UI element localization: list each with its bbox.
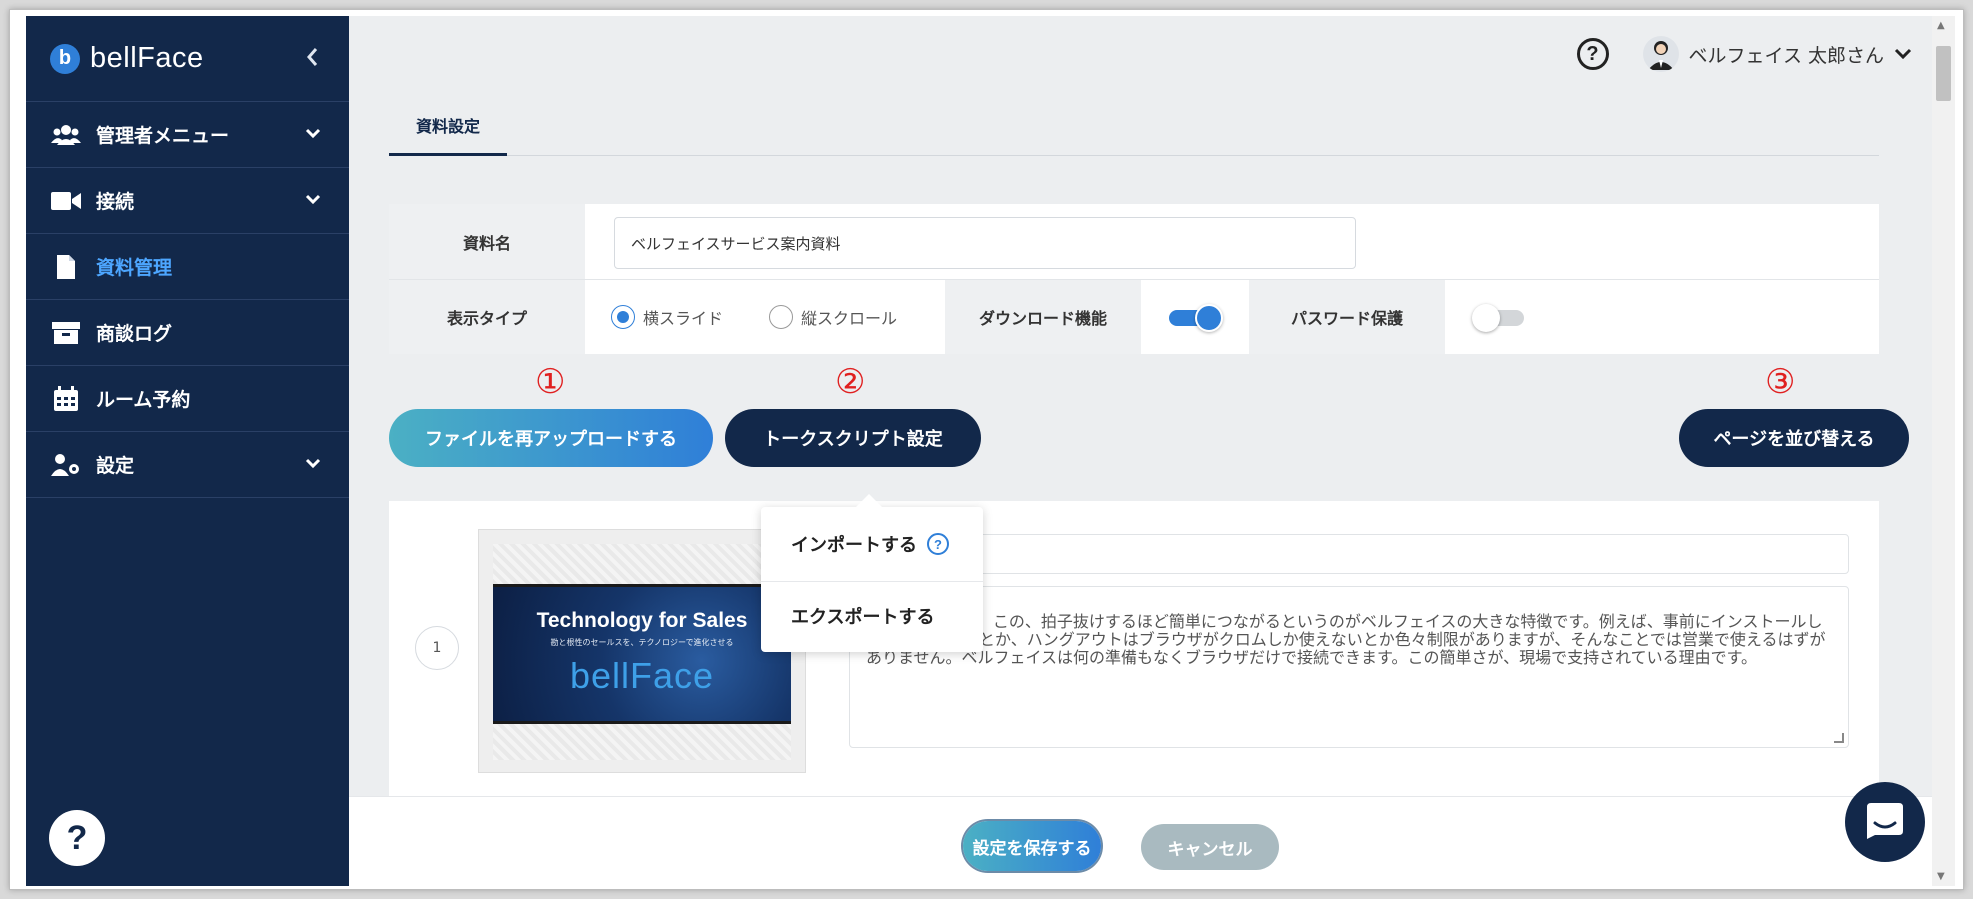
annotation-marker-2: ② <box>835 362 866 402</box>
annotation-marker-3: ③ <box>1765 362 1796 402</box>
page-title-input[interactable] <box>849 534 1849 574</box>
thumbnail-background: Technology for Sales 勘と根性のセールスを、テクノロジーで進… <box>493 544 791 760</box>
chat-icon <box>1865 801 1905 843</box>
video-icon <box>50 188 82 214</box>
bottom-action-bar: 設定を保存する キャンセル <box>349 796 1932 886</box>
logo-icon: b <box>50 43 80 74</box>
download-toggle-cell <box>1141 280 1249 354</box>
resize-grip-icon[interactable] <box>1834 733 1844 743</box>
calendar-icon <box>50 385 82 412</box>
slide-thumbnail[interactable]: Technology for Sales 勘と根性のセールスを、テクノロジーで進… <box>478 529 806 773</box>
avatar[interactable] <box>1642 36 1679 72</box>
password-toggle-cell <box>1445 280 1555 354</box>
logo-text: bellFace <box>90 42 204 74</box>
window-frame: b bellFace 管理者メニュー 接続 資料管理 商談ログ ルーム予約 設定… <box>9 9 1964 890</box>
talk-script-settings-button[interactable]: トークスクリプト設定 <box>725 409 981 467</box>
logo-row: b bellFace <box>26 16 349 102</box>
save-settings-button[interactable]: 設定を保存する <box>963 821 1101 871</box>
page-number-badge: 1 <box>415 626 459 670</box>
display-type-options: 横スライド 縦スクロール <box>585 280 945 354</box>
main-content: ? ベルフェイス 太郎さん 資料設定 資料名 ベルフェイスサービス案内資料 表示… <box>349 16 1932 886</box>
scrollbar-thumb[interactable] <box>1936 46 1951 101</box>
radio-horizontal-slide[interactable]: 横スライド <box>611 305 723 329</box>
sidebar-item-settings[interactable]: 設定 <box>26 432 349 498</box>
chevron-down-icon <box>305 454 321 473</box>
user-name[interactable]: ベルフェイス 太郎さん <box>1689 41 1884 68</box>
talk-script-dropdown: インポートする ? エクスポートする <box>761 494 983 652</box>
vertical-scrollbar[interactable]: ▲ ▼ <box>1932 16 1955 886</box>
export-menu-item[interactable]: エクスポートする <box>791 603 934 629</box>
slide-title: Technology for Sales <box>536 609 748 632</box>
chevron-down-icon[interactable] <box>1894 45 1912 64</box>
chevron-down-icon <box>305 124 321 143</box>
help-icon[interactable]: ? <box>927 533 949 555</box>
sidebar-item-connection[interactable]: 接続 <box>26 168 349 234</box>
annotation-marker-1: ① <box>535 362 566 402</box>
display-type-label: 表示タイプ <box>389 280 585 354</box>
download-toggle[interactable] <box>1167 304 1223 332</box>
scroll-up-icon[interactable]: ▲ <box>1937 20 1945 31</box>
sidebar-item-label: ルーム予約 <box>96 389 191 411</box>
help-button[interactable]: ? <box>49 810 105 866</box>
app: b bellFace 管理者メニュー 接続 資料管理 商談ログ ルーム予約 設定… <box>26 16 1955 886</box>
document-name-label: 資料名 <box>389 204 585 279</box>
user-gear-icon <box>50 452 82 478</box>
tab-bar: 資料設定 <box>389 96 1879 156</box>
help-icon[interactable]: ? <box>1576 38 1609 70</box>
toggle-knob <box>1472 304 1500 332</box>
collapse-sidebar-icon[interactable] <box>305 46 319 74</box>
archive-icon <box>50 320 82 346</box>
sidebar-item-label: 商談ログ <box>96 323 173 345</box>
sidebar-item-room-booking[interactable]: ルーム予約 <box>26 366 349 432</box>
radio-unchecked-icon <box>769 305 794 329</box>
sidebar-item-admin-menu[interactable]: 管理者メニュー <box>26 102 349 168</box>
sidebar: b bellFace 管理者メニュー 接続 資料管理 商談ログ ルーム予約 設定… <box>26 16 349 886</box>
document-name-input[interactable]: ベルフェイスサービス案内資料 <box>614 217 1356 269</box>
chevron-down-icon <box>305 190 321 209</box>
radio-label: 横スライド <box>643 309 724 328</box>
radio-label: 縦スクロール <box>801 309 898 328</box>
topbar: ? ベルフェイス 太郎さん <box>1576 34 1912 74</box>
radio-checked-icon <box>611 305 635 329</box>
sidebar-item-meeting-log[interactable]: 商談ログ <box>26 300 349 366</box>
slide-logo: bellFace <box>569 655 715 696</box>
sidebar-item-label: 管理者メニュー <box>96 125 230 147</box>
chat-button[interactable] <box>1845 782 1925 862</box>
tab-document-settings[interactable]: 資料設定 <box>389 96 507 156</box>
import-label: インポートする <box>791 535 917 556</box>
form-row-name: 資料名 ベルフェイスサービス案内資料 <box>389 204 1879 280</box>
scroll-down-icon[interactable]: ▼ <box>1937 871 1945 882</box>
cancel-button[interactable]: キャンセル <box>1141 824 1279 870</box>
talk-script-textarea[interactable]: できるんですね！この、拍子抜けするほど簡単につながるというのがベルフェイスの大き… <box>849 586 1849 748</box>
page-card: 1 Technology for Sales 勘と根性のセールスを、テクノロジー… <box>389 501 1879 831</box>
document-icon <box>50 254 82 280</box>
download-feature-label: ダウンロード機能 <box>945 280 1141 354</box>
slide-image: Technology for Sales 勘と根性のセールスを、テクノロジーで進… <box>493 584 791 724</box>
sidebar-item-label: 資料管理 <box>96 257 173 279</box>
sidebar-item-label: 接続 <box>96 191 135 213</box>
sort-pages-button[interactable]: ページを並び替える <box>1679 409 1909 467</box>
dropdown-divider <box>761 581 983 582</box>
radio-vertical-scroll[interactable]: 縦スクロール <box>769 305 897 329</box>
reupload-file-button[interactable]: ファイルを再アップロードする <box>389 409 713 467</box>
sidebar-item-documents[interactable]: 資料管理 <box>26 234 349 300</box>
toggle-knob <box>1195 304 1223 332</box>
sidebar-item-label: 設定 <box>96 455 135 477</box>
slide-subtitle: 勘と根性のセールスを、テクノロジーで進化させる <box>550 638 734 647</box>
document-settings-form: 資料名 ベルフェイスサービス案内資料 表示タイプ 横スライド 縦スクロール ダウ… <box>389 204 1879 354</box>
users-icon <box>50 122 82 148</box>
import-menu-item[interactable]: インポートする ? <box>791 531 949 557</box>
password-toggle[interactable] <box>1472 304 1528 332</box>
talk-script-text: できるんですね！この、拍子抜けするほど簡単につながるというのがベルフェイスの大き… <box>866 612 1826 667</box>
form-row-options: 表示タイプ 横スライド 縦スクロール ダウンロード機能 パスワード保護 <box>389 280 1879 354</box>
password-protect-label: パスワード保護 <box>1249 280 1445 354</box>
